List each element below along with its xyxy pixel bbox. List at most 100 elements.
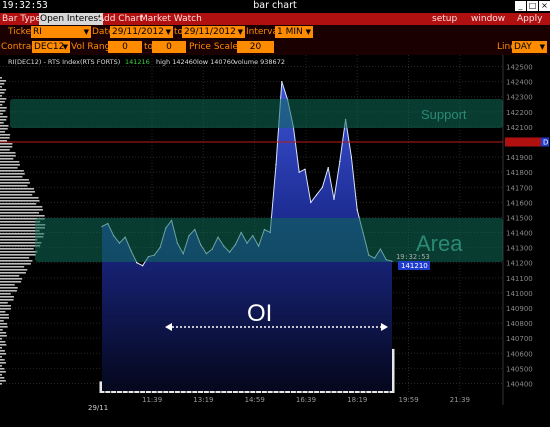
volume-profile-bar [0, 293, 11, 295]
y-tick-label: 141800 [506, 169, 533, 177]
volume-profile-bar [0, 341, 6, 343]
price-point [327, 167, 329, 169]
volume-profile-bar [0, 344, 7, 346]
volume-profile-bar [0, 302, 8, 304]
volume-profile-bar [0, 245, 41, 247]
close-icon[interactable]: × [539, 1, 550, 11]
volume-profile-bar [0, 107, 7, 109]
y-tick-label: 140700 [506, 335, 533, 343]
menu-open-interest[interactable]: Open Interest [39, 13, 103, 25]
volume-profile-bar [0, 383, 2, 385]
price-point [316, 194, 318, 196]
line-select[interactable]: DAY ▼ [512, 41, 547, 53]
volume-profile-bar [0, 110, 6, 112]
y-tick-label: 140600 [506, 350, 533, 358]
price-chart[interactable]: Support Area OI RI(DEC12) - RTS Index(RT… [0, 55, 550, 427]
volume-profile-bar [0, 83, 5, 85]
volume-profile-bar [0, 182, 30, 184]
volume-profile-bar [0, 95, 3, 97]
y-tick-label: 142200 [506, 109, 533, 117]
volume-profile-bar [0, 89, 7, 91]
volume-profile-bar [0, 146, 13, 148]
price-point [321, 186, 323, 188]
price-point [356, 209, 358, 211]
volume-profile-bar [0, 356, 2, 358]
y-tick-label: 141100 [506, 275, 533, 283]
volume-profile-bar [0, 272, 26, 274]
date-from-field[interactable]: 29/11/2012 ▼ [110, 26, 173, 38]
volume-profile-bar [0, 188, 34, 190]
price-scale-field[interactable]: 20 [237, 41, 274, 53]
volume-profile-bar [0, 86, 2, 88]
menu-bar-type[interactable]: Bar Type [2, 13, 41, 25]
last-price: 141216 [125, 58, 150, 66]
date-to-field[interactable]: 29/11/2012 ▼ [182, 26, 245, 38]
contract-select[interactable]: DEC12 ▼ [32, 41, 70, 53]
chevron-down-icon: ▼ [539, 43, 545, 51]
price-point [339, 161, 341, 163]
price-point [333, 198, 335, 200]
volume-profile-bar [0, 347, 2, 349]
y-tick-label: 141000 [506, 290, 533, 298]
menu-add-chart[interactable]: Add Chart [98, 13, 143, 25]
minimize-icon[interactable]: _ [515, 1, 526, 11]
x-tick-label: 16:39 [296, 396, 316, 404]
x-tick-label: 13:19 [193, 396, 213, 404]
menu-window[interactable]: window [471, 13, 505, 25]
volume-profile-bar [0, 191, 35, 193]
symbol-label: RI(DEC12) - RTS Index(RTS FORTS) [8, 58, 120, 66]
volume-profile-bar [0, 278, 23, 280]
interval-select[interactable]: 1 MIN ▼ [275, 26, 313, 38]
volume-profile-bar [0, 77, 2, 79]
volume-profile-bar [0, 152, 16, 154]
volume-profile-bar [0, 164, 20, 166]
reference-price-tag [505, 137, 543, 147]
vol-from-field[interactable]: 0 [108, 41, 142, 53]
y-tick-label: 142300 [506, 94, 533, 102]
marker-d-label: D [543, 139, 548, 147]
volume-profile-bar [0, 254, 36, 256]
volume-profile-bar [0, 365, 2, 367]
y-tick-label: 141500 [506, 214, 533, 222]
menu-market-watch[interactable]: Market Watch [140, 13, 202, 25]
y-tick-label: 142400 [506, 79, 533, 87]
volume-profile-bar [0, 287, 18, 289]
high-price: high 142460 [156, 58, 197, 66]
volume-profile-bar [0, 380, 6, 382]
volume-profile-bar [0, 128, 8, 130]
maximize-icon[interactable]: □ [527, 1, 538, 11]
volume-profile-bar [0, 230, 40, 232]
ticker-select[interactable]: RI ▼ [31, 26, 91, 38]
volume-profile-bar [0, 194, 33, 196]
x-tick-label: 19:59 [399, 396, 419, 404]
menu-bar: Bar Type Open Interest Add Chart Market … [0, 13, 550, 25]
y-tick-label: 141200 [506, 260, 533, 268]
volume-profile-bar [0, 131, 6, 133]
volume-profile-bar [0, 257, 30, 259]
volume-profile-bar [0, 338, 3, 340]
volume-profile-bar [0, 155, 16, 157]
volume-profile-bar [0, 275, 20, 277]
menu-setup[interactable]: setup [432, 13, 457, 25]
y-tick-label: 141900 [506, 154, 533, 162]
volume-profile-bar [0, 320, 4, 322]
volume-profile-bar [0, 323, 8, 325]
y-axis: 1425001424001423001422001421001420001419… [506, 64, 533, 389]
volume-profile-bar [0, 206, 43, 208]
y-tick-label: 141600 [506, 199, 533, 207]
volume-profile-bar [0, 239, 38, 241]
vol-to-field[interactable]: 0 [152, 41, 186, 53]
time-box: 19:32:53 [396, 253, 430, 261]
low-price: low 140760 [197, 58, 235, 66]
volume-profile-bar [0, 149, 10, 151]
volume-profile-bar [0, 269, 28, 271]
volume-profile-bar [0, 116, 8, 118]
volume-profile-bar [0, 350, 5, 352]
volume-profile-bar [0, 125, 9, 127]
menu-apply[interactable]: Apply [517, 13, 542, 25]
x-tick-label: 11:39 [142, 396, 162, 404]
volume-profile-bar [0, 80, 6, 82]
volume-profile-bar [0, 311, 6, 313]
x-tick-label: 21:39 [450, 396, 470, 404]
volume-profile-bar [0, 368, 5, 370]
